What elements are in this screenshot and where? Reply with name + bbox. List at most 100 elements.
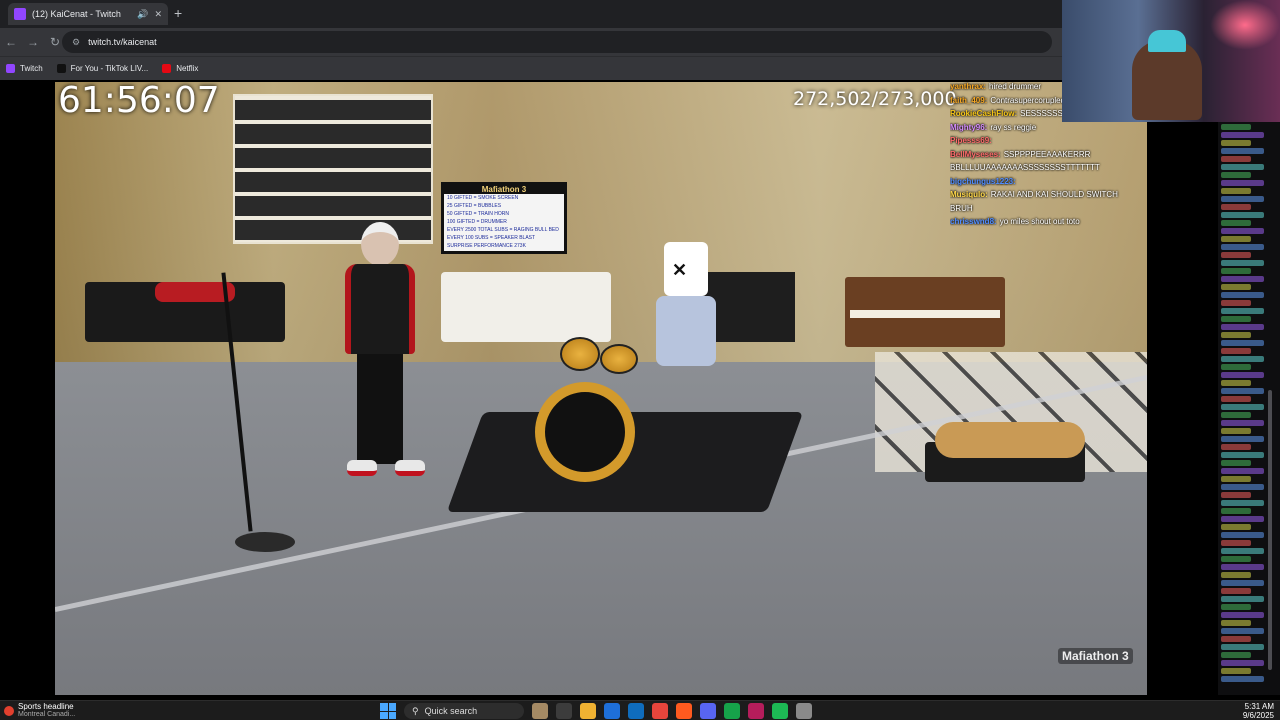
forward-icon[interactable]: →: [22, 35, 44, 49]
webcam-hat: [1148, 30, 1186, 52]
address-bar[interactable]: ⚙ twitch.tv/kaicenat: [62, 31, 1052, 53]
chat-panel-row: [1221, 124, 1251, 130]
chat-panel-row: [1221, 532, 1264, 538]
chat-panel-row: [1221, 596, 1264, 602]
bookmark-icon: [56, 64, 66, 73]
chat-panel-row: [1221, 292, 1264, 298]
chat-panel-row: [1221, 644, 1264, 650]
chat-panel-row: [1221, 548, 1264, 554]
chat-panel-row: [1221, 428, 1251, 434]
tv-line: SURPRISE PERFORMANCE 273K: [447, 243, 526, 249]
chat-panel-row: [1221, 500, 1264, 506]
chat-panel-row: [1221, 308, 1264, 314]
chat-panel-row: [1221, 564, 1264, 570]
taskbar-app-icon[interactable]: [676, 703, 692, 719]
chat-text: Contrasupercorupled: [990, 95, 1066, 105]
tv-line: 25 GIFTED = BUBBLES: [447, 203, 502, 209]
chat-username: RookieCashFlow:: [950, 109, 1018, 118]
chat-panel-row: [1221, 628, 1264, 634]
search-icon: ⚲: [412, 705, 419, 716]
person-pants: [357, 354, 403, 464]
taskbar: Sports headline Montreal Canadi... ⚲ Qui…: [0, 700, 1280, 720]
overlay-chat-message: Musiqulo: RAKAI AND KAI SHOULD SWITCH: [950, 188, 1150, 202]
chat-panel-row: [1221, 244, 1264, 250]
taskbar-app-icon[interactable]: [556, 703, 572, 719]
chat-scrollbar[interactable]: [1268, 390, 1272, 670]
chat-panel-row: [1221, 236, 1251, 242]
bookmark-icon: [6, 64, 15, 73]
chat-panel-row: [1221, 316, 1251, 322]
chat-panel-row: [1221, 220, 1251, 226]
taskbar-app-icon[interactable]: [628, 703, 644, 719]
chat-panel-row: [1221, 444, 1251, 450]
chat-username: Mighty96:: [950, 122, 988, 132]
browser-tab-strip: (12) KaiCenat - Twitch 🔊 ✕ +: [0, 0, 1062, 28]
bookmark-item[interactable]: Twitch: [6, 64, 43, 73]
chat-panel-row: [1221, 260, 1264, 266]
chat-panel-row: [1221, 492, 1251, 498]
taskbar-app-icon[interactable]: [532, 703, 548, 719]
chat-panel-row: [1221, 188, 1251, 194]
back-icon[interactable]: ←: [0, 35, 22, 49]
tab-kaicenat[interactable]: (12) KaiCenat - Twitch 🔊 ✕: [8, 3, 168, 25]
tv-line: 50 GIFTED = TRAIN HORN: [447, 211, 510, 217]
taskbar-app-icon[interactable]: [748, 703, 764, 719]
taskbar-app-icon[interactable]: [604, 703, 620, 719]
address-url: twitch.tv/kaicenat: [88, 37, 157, 47]
drummer-shirt: [656, 296, 716, 366]
clock-time: 5:31 AM: [1244, 702, 1274, 711]
chat-panel-row: [1221, 396, 1251, 402]
new-tab-button[interactable]: +: [174, 5, 182, 21]
speaker-icon[interactable]: 🔊: [137, 9, 148, 20]
twitch-favicon-icon: [14, 8, 26, 20]
bookmarks-bar: Twitch For You - TikTok LIV... Netflix: [0, 56, 1062, 80]
site-info-icon[interactable]: ⚙: [72, 37, 80, 48]
screen: (12) KaiCenat - Twitch 🔊 ✕ + ← → ↻ ⚙ twi…: [0, 0, 1280, 720]
chat-panel-row: [1221, 324, 1264, 330]
left-shoe: [347, 460, 377, 476]
chat-panel-row: [1221, 676, 1264, 682]
taskbar-app-icon[interactable]: [700, 703, 716, 719]
webcam-light: [1210, 0, 1280, 50]
taskbar-app-icon[interactable]: [796, 703, 812, 719]
taskbar-app-icon[interactable]: [580, 703, 596, 719]
bookmark-label: Twitch: [20, 64, 43, 73]
overlay-chat-message: BellMyseses: SSPPPPEEAAAKERRR: [950, 148, 1150, 162]
bookmark-label: Netflix: [176, 64, 199, 73]
kick-drum: [535, 382, 635, 482]
taskbar-app-icon[interactable]: [772, 703, 788, 719]
windows-start-icon[interactable]: [380, 703, 396, 719]
chat-panel-row: [1221, 476, 1251, 482]
right-shoe: [395, 460, 425, 476]
system-clock[interactable]: 5:31 AM 9/6/2025: [1243, 702, 1274, 720]
news-title: Sports headline: [18, 702, 74, 711]
chat-panel-row: [1221, 612, 1264, 618]
chat-panel-row: [1221, 132, 1264, 138]
news-widget[interactable]: Sports headline Montreal Canadi...: [4, 702, 75, 719]
tv-lines: 10 GIFTED = SMOKE SCREEN 25 GIFTED = BUBB…: [444, 194, 564, 250]
tv-line: 100 GIFTED = DRUMMER: [447, 219, 507, 225]
chat-panel-row: [1221, 468, 1264, 474]
taskbar-app-icon[interactable]: [652, 703, 668, 719]
taskbar-search[interactable]: ⚲ Quick search: [404, 703, 524, 719]
webcam-person: [1132, 40, 1202, 120]
tv-line: EVERY 2500 TOTAL SUBS = RAGING BULL BED: [447, 227, 559, 233]
chat-panel-row: [1221, 620, 1251, 626]
chat-panel-row: [1221, 524, 1251, 530]
bookmark-item[interactable]: Netflix: [162, 64, 198, 73]
taskbar-app-icon[interactable]: [724, 703, 740, 719]
chat-panel-row: [1221, 636, 1251, 642]
close-tab-icon[interactable]: ✕: [154, 9, 162, 20]
bookmark-item[interactable]: For You - TikTok LIV...: [56, 64, 148, 73]
search-label: Quick search: [424, 706, 478, 716]
chat-panel-row: [1221, 300, 1251, 306]
chat-panel-row: [1221, 204, 1251, 210]
chat-panel-row: [1221, 156, 1251, 162]
chat-panel-row: [1221, 508, 1251, 514]
standing-person: [335, 222, 425, 482]
chat-panel-row: [1221, 436, 1264, 442]
chat-panel-row: [1221, 604, 1251, 610]
overlay-chat-message: BBLLLUUAAAAAAASSSSSSSSTTTTTTT: [950, 161, 1150, 175]
chat-text: hired drummer: [989, 82, 1042, 91]
person-head: [361, 222, 399, 266]
